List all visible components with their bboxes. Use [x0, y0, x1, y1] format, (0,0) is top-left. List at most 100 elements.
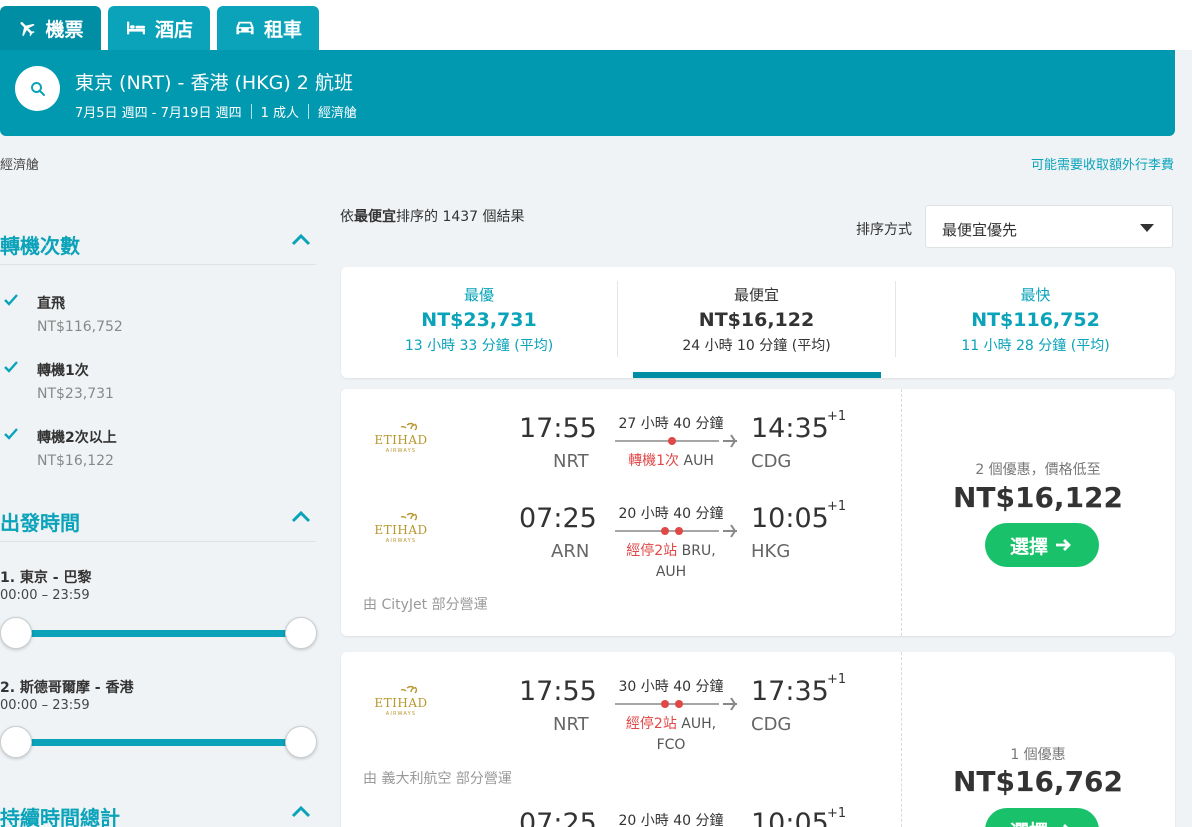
arrival-time: 17:35 — [751, 676, 829, 707]
checkmark-icon[interactable] — [2, 425, 20, 443]
divider — [307, 104, 309, 119]
result-count: 依最便宜排序的 1437 個結果 — [340, 206, 525, 226]
filter-price: NT$23,731 — [37, 386, 114, 402]
trip-cabin: 經濟艙 — [317, 106, 357, 121]
search-button[interactable] — [15, 66, 60, 111]
chevron-up-icon[interactable] — [290, 805, 312, 819]
departure-slider-track[interactable] — [14, 630, 302, 637]
checkmark-icon[interactable] — [2, 291, 20, 309]
baggage-fee-link[interactable]: 可能需要收取額外行李費 — [1031, 154, 1174, 173]
arrow-right-icon — [1063, 824, 1068, 827]
stops-section-header[interactable]: 轉機次數 — [0, 225, 316, 265]
summary-fastest[interactable]: 最快 NT$116,752 11 小時 28 分鐘 (平均) — [896, 267, 1175, 378]
arrival-time: 10:05 — [751, 808, 829, 827]
sort-selected-value: 最便宜優先 — [942, 221, 1018, 239]
stops-info: 經停2站 AUH, FCO — [611, 714, 731, 756]
slider-range: 00:00 – 23:59 — [0, 588, 90, 603]
product-tabs: 機票 酒店 租車 — [0, 0, 1192, 50]
divider — [901, 652, 902, 827]
departure-section-header[interactable]: 出發時間 — [0, 502, 316, 542]
caret-down-icon — [1140, 224, 1154, 232]
result-count-sort: 最便宜 — [354, 209, 396, 225]
stops-count: 經停2站 — [626, 543, 678, 559]
svg-text:AIRWAYS: AIRWAYS — [386, 711, 417, 717]
arrival-airport: HKG — [751, 541, 791, 562]
tab-label: 租車 — [263, 18, 302, 41]
departure-airport: NRT — [553, 714, 589, 735]
cabin-label: 經濟艙 — [0, 158, 40, 173]
svg-text:ETIHAD: ETIHAD — [374, 696, 427, 710]
slider-title: 1. 東京 - 巴黎 — [0, 570, 92, 586]
departure-time: 17:55 — [519, 676, 597, 707]
search-icon — [30, 81, 45, 96]
slider-handle-end[interactable] — [285, 726, 317, 758]
departure-time: 07:25 — [519, 808, 597, 827]
departure-time: 07:25 — [519, 503, 597, 534]
tab-flights[interactable]: 機票 — [0, 6, 101, 50]
deals-count: 1 個優惠 — [1010, 747, 1066, 763]
etihad-logo-icon: ETIHADAIRWAYS — [374, 422, 427, 454]
etihad-logo-icon: ETIHADAIRWAYS — [374, 685, 427, 717]
deals-count: 2 個優惠，價格低至 — [975, 462, 1101, 478]
section-title: 轉機次數 — [0, 234, 80, 258]
flight-duration: 20 小時 40 分鐘 — [618, 506, 724, 522]
arrival-airport: CDG — [751, 714, 792, 735]
operated-by: 由 CityJet 部分營運 — [363, 597, 488, 613]
flight-duration: 20 小時 40 分鐘 — [618, 813, 724, 827]
tab-hotels[interactable]: 酒店 — [108, 6, 210, 50]
flight-result-card[interactable]: ETIHAD AIRWAYS 17:55 NRT 30 小時 40 分鐘 經停2站… — [341, 652, 1175, 827]
summary-title: 最便宜 — [733, 286, 779, 304]
route-line-icon — [615, 434, 737, 448]
via-airports: AUH — [683, 453, 714, 469]
slider-handle-start[interactable] — [0, 617, 32, 649]
slider-range: 00:00 – 23:59 — [0, 698, 90, 713]
select-button[interactable]: 選擇 — [985, 523, 1099, 567]
via-airports-2: AUH — [655, 564, 687, 580]
checkmark-icon[interactable] — [2, 358, 20, 376]
chevron-up-icon[interactable] — [290, 233, 312, 247]
duration-section-header[interactable]: 持續時間總計 — [0, 797, 316, 827]
via-airports-2: FCO — [656, 737, 686, 753]
stops-count: 經停2站 — [625, 716, 677, 732]
route-title: 東京 (NRT) - 香港 (HKG) 2 航班 — [75, 72, 353, 94]
next-day-indicator: +1 — [827, 499, 847, 514]
select-button-label: 選擇 — [1009, 535, 1048, 558]
stops-count: 轉機1次 — [628, 453, 680, 469]
departure-airport: ARN — [551, 541, 590, 562]
filter-label: 轉機1次 — [37, 363, 89, 379]
flight-duration: 27 小時 40 分鐘 — [618, 416, 724, 432]
flight-price: NT$16,122 — [952, 481, 1124, 514]
sort-dropdown[interactable]: 最便宜優先 — [925, 205, 1173, 248]
filter-price: NT$116,752 — [37, 319, 123, 335]
trip-travelers: 1 成人 — [260, 106, 299, 121]
slider-handle-end[interactable] — [285, 617, 317, 649]
active-tab-indicator — [633, 372, 881, 378]
arrow-right-icon — [1056, 539, 1071, 551]
summary-price: NT$116,752 — [971, 309, 1100, 331]
tab-cars[interactable]: 租車 — [217, 6, 319, 50]
select-button[interactable]: 選擇 — [985, 808, 1099, 827]
filter-label: 轉機2次以上 — [37, 430, 117, 446]
via-airports: BRU, — [681, 543, 716, 559]
departure-time: 17:55 — [519, 413, 597, 444]
svg-text:AIRWAYS: AIRWAYS — [386, 448, 417, 454]
flight-result-card[interactable]: ETIHAD AIRWAYS 17:55 NRT 27 小時 40 分鐘 轉機1次… — [341, 389, 1175, 636]
car-icon — [236, 21, 254, 35]
search-summary-banner[interactable]: 東京 (NRT) - 香港 (HKG) 2 航班 7月5日 週四 - 7月19日… — [0, 50, 1175, 136]
section-title: 持續時間總計 — [0, 806, 120, 827]
departure-slider-track[interactable] — [14, 739, 302, 746]
filter-price: NT$16,122 — [37, 453, 114, 469]
next-day-indicator: +1 — [827, 409, 847, 424]
arrival-airport: CDG — [751, 451, 792, 472]
plane-icon — [20, 22, 36, 37]
svg-text:AIRWAYS: AIRWAYS — [386, 538, 417, 544]
chevron-up-icon[interactable] — [290, 510, 312, 524]
route-line-icon — [615, 524, 737, 538]
slider-handle-start[interactable] — [0, 726, 32, 758]
summary-best[interactable]: 最優 NT$23,731 13 小時 33 分鐘 (平均) — [341, 267, 617, 378]
trip-dates: 7月5日 週四 - 7月19日 週四 — [75, 106, 242, 121]
divider — [250, 104, 252, 119]
summary-cheapest[interactable]: 最便宜 NT$16,122 24 小時 10 分鐘 (平均) — [618, 267, 895, 378]
result-count-suffix: 排序的 1437 個結果 — [396, 209, 525, 225]
tab-label: 酒店 — [154, 18, 193, 41]
